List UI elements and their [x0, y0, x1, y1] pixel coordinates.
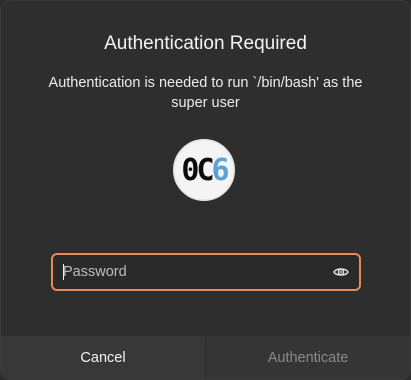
authenticate-button[interactable]: Authenticate	[206, 337, 410, 379]
dialog-buttons: Cancel Authenticate	[1, 336, 410, 379]
avatar-image: 0C6	[181, 152, 230, 188]
auth-dialog: Authentication Required Authentication i…	[0, 0, 411, 380]
avatar-text-blue: 6	[211, 152, 230, 188]
avatar-text-dark: 0C	[181, 152, 214, 188]
password-field[interactable]	[51, 253, 361, 291]
dialog-title: Authentication Required	[104, 33, 307, 54]
cancel-button[interactable]: Cancel	[1, 337, 206, 379]
text-caret	[63, 264, 64, 280]
reveal-password-button[interactable]	[323, 255, 359, 289]
eye-icon	[333, 268, 349, 276]
user-avatar: 0C6	[173, 139, 235, 201]
password-input[interactable]	[53, 255, 323, 289]
dialog-message: Authentication is needed to run `/bin/ba…	[48, 75, 363, 111]
